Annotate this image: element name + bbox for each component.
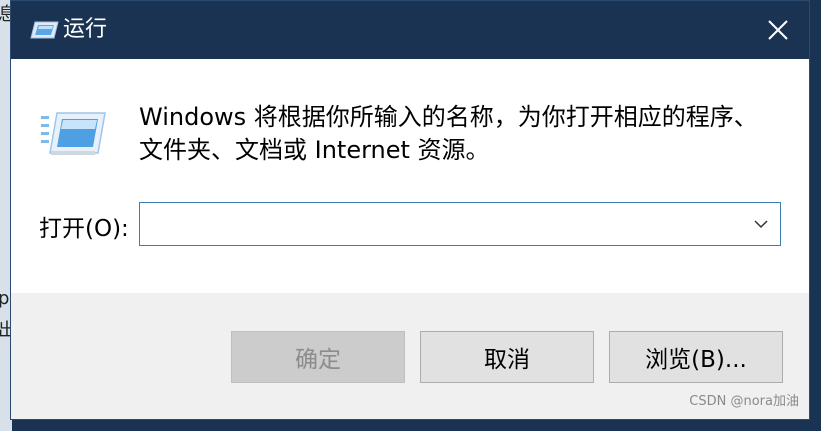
close-icon xyxy=(768,20,788,40)
cancel-button[interactable]: 取消 xyxy=(420,331,594,383)
window-title: 运行 xyxy=(63,17,108,42)
title-bar[interactable]: 运行 xyxy=(11,1,809,59)
browse-button[interactable]: 浏览(B)... xyxy=(609,331,783,383)
description-text: Windows 将根据你所输入的名称，为你打开相应的程序、文件夹、文档或 Int… xyxy=(139,103,758,164)
dialog-content: Windows 将根据你所输入的名称，为你打开相应的程序、文件夹、文档或 Int… xyxy=(11,59,809,293)
run-icon xyxy=(30,21,59,39)
button-bar: 确定 取消 浏览(B)... CSDN @nora加油 xyxy=(11,293,809,419)
run-icon xyxy=(41,112,106,155)
close-button[interactable] xyxy=(747,1,809,59)
dropdown-button[interactable] xyxy=(742,203,780,245)
open-input[interactable] xyxy=(140,203,740,245)
ok-button[interactable]: 确定 xyxy=(231,331,405,383)
open-label: 打开(O): xyxy=(39,216,129,242)
open-combobox[interactable] xyxy=(139,202,781,246)
run-dialog: 运行 Windows 将根据你所输入的名称，为你打开相应的程序、文件夹、文档或 … xyxy=(10,0,810,420)
watermark: CSDN @nora加油 xyxy=(689,394,799,409)
chevron-down-icon xyxy=(754,220,768,229)
desktop-text-fragment: p xyxy=(0,288,10,309)
